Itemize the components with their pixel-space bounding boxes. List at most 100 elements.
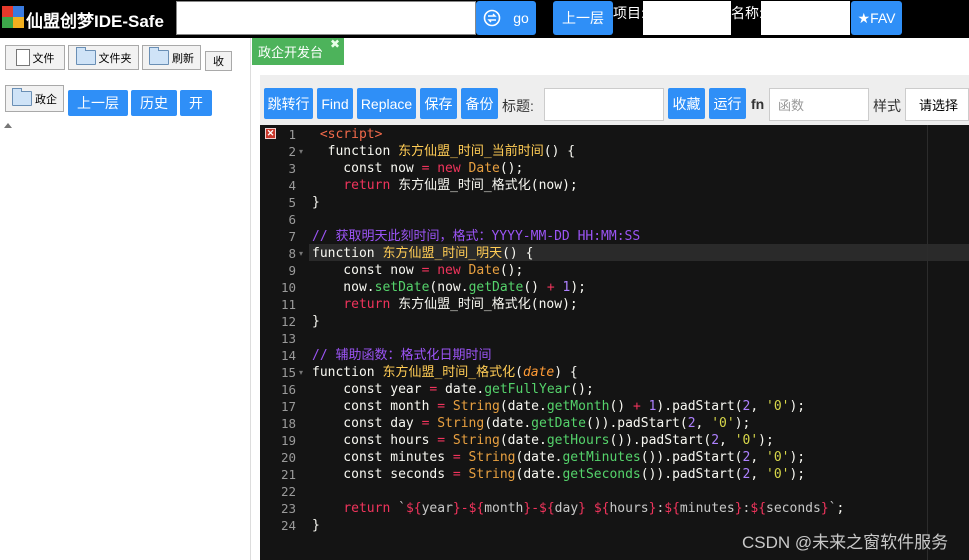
line-number: 24 [280,518,296,533]
error-marker-icon[interactable]: ✕ [265,128,276,139]
code-line[interactable]: const seconds = String(date.getSeconds()… [312,466,805,483]
tab-bar: 政企开发台 ✖ [252,37,969,65]
line-number: 2 [288,144,296,159]
fn-label: fn [751,96,765,112]
line-number: 15 [280,365,296,380]
code-line[interactable]: return 东方仙盟_时间_格式化(now); [312,177,577,194]
backup-button[interactable]: 备份 [461,88,498,119]
line-number: 14 [280,348,296,363]
line-number: 3 [288,161,296,176]
top-bar: 仙盟创梦IDE-Safe go 上一层 项目: 名称: ★FAV [0,0,969,38]
up-level-top-button[interactable]: 上一层 [553,1,613,35]
line-number: 18 [280,416,296,431]
project-label: 项目: [613,5,645,21]
title-label: 标题: [502,98,534,114]
file-icon [15,49,30,66]
project-input[interactable] [643,1,731,35]
tree-expand-arrow-icon[interactable] [4,123,12,128]
name-input[interactable] [761,1,850,35]
fav-button[interactable]: ★FAV [851,1,902,35]
folder-button-label: 文件夹 [98,52,132,65]
refresh-folder-icon [149,47,169,65]
line-number: 23 [280,501,296,516]
line-number-gutter: ✕ 1 2 ▾ 3 4 5 6 7 8 ▾ 9 10 11 12 13 14 15 ▾ 16 17 18 19 20 21 22… [260,125,309,560]
watermark: CSDN @未来之窗软件服务 [742,533,949,552]
code-line[interactable]: function 东方仙盟_时间_格式化(date) { [312,364,578,381]
code-line[interactable]: function 东方仙盟_时间_明天() { [312,245,533,262]
line-number: 6 [288,212,296,227]
line-number: 19 [280,433,296,448]
code-line[interactable]: const month = String(date.getMonth() + 1… [312,398,805,415]
code-line[interactable]: const hours = String(date.getHours()).pa… [312,432,774,449]
app-logo-icon [2,6,24,28]
line-number: 10 [280,280,296,295]
name-label: 名称: [731,5,763,21]
run-button[interactable]: 运行 [709,88,746,119]
line-number: 20 [280,450,296,465]
line-number: 22 [280,484,296,499]
fold-toggle-icon[interactable]: ▾ [299,245,303,262]
code-line[interactable]: } [312,194,320,211]
tab-close-icon[interactable]: ✖ [330,37,340,51]
line-number: 7 [288,229,296,244]
code-line[interactable]: const day = String(date.getDate()).padSt… [312,415,750,432]
save-button[interactable]: 保存 [420,88,457,119]
code-line[interactable]: } [312,517,320,534]
replace-button[interactable]: Replace [357,88,416,119]
tab-label: 政企开发台 [258,45,324,60]
fold-toggle-icon[interactable]: ▾ [299,143,303,160]
line-number: 1 [288,127,296,142]
line-number: 17 [280,399,296,414]
line-number: 8 [288,246,296,261]
code-line[interactable]: return 东方仙盟_时间_格式化(now); [312,296,577,313]
find-button[interactable]: Find [317,88,353,119]
line-number: 4 [288,178,296,193]
line-number: 16 [280,382,296,397]
path-input[interactable] [176,1,476,35]
code-editor[interactable]: ✕ 1 2 ▾ 3 4 5 6 7 8 ▾ 9 10 11 12 13 14 15 ▾ 16 17 18 19 20 21 22… [260,125,969,560]
line-number: 5 [288,195,296,210]
line-number: 12 [280,314,296,329]
go-label: go [513,10,529,26]
refresh-button[interactable]: 刷新 [142,45,201,70]
file-button-label: 文件 [32,52,55,65]
up-level-button[interactable]: 上一层 [68,90,128,116]
gov-folder-button[interactable]: 政企 [5,85,64,112]
open-button[interactable]: 开 [180,90,212,116]
style-label: 样式 [873,98,901,114]
file-panel: 文件 文件夹 刷新 收 政企 上一层 历史 开 [0,38,251,560]
code-line[interactable]: } [312,313,320,330]
code-line[interactable]: const minutes = String(date.getMinutes()… [312,449,805,466]
code-line[interactable]: const year = date.getFullYear(); [312,381,593,398]
jump-line-button[interactable]: 跳转行 [264,88,313,119]
code-line[interactable]: const now = new Date(); [312,160,523,177]
editor-toolbar: 跳转行 Find Replace 保存 备份 标题: 收藏 运行 fn 函数 样… [260,75,969,125]
fold-toggle-icon[interactable]: ▾ [299,364,303,381]
style-select[interactable]: 请选择 [905,88,969,121]
search-go-icon [483,9,501,27]
tab-gov-dev-console[interactable]: 政企开发台 ✖ [252,37,344,65]
code-line[interactable]: // 辅助函数：格式化日期时间 [312,347,491,364]
print-margin-line [927,125,928,560]
refresh-button-label: 刷新 [172,52,194,65]
go-button[interactable]: go [476,1,536,35]
code-line[interactable]: <script> [312,126,383,143]
folder-icon [75,47,96,65]
code-line[interactable]: // 获取明天此刻时间，格式：YYYY-MM-DD HH:MM:SS [312,228,640,245]
code-line[interactable]: now.setDate(now.getDate() + 1); [312,279,586,296]
title-input[interactable] [544,88,664,121]
receive-button[interactable]: 收 [205,51,232,71]
gov-folder-label: 政企 [35,93,57,106]
code-line[interactable]: const now = new Date(); [312,262,523,279]
code-line[interactable]: return `${year}-${month}-${day} ${hours}… [312,500,844,517]
favorite-button[interactable]: 收藏 [668,88,705,119]
line-number: 13 [280,331,296,346]
line-number: 9 [288,263,296,278]
app-title: 仙盟创梦IDE-Safe [26,12,164,31]
code-line[interactable]: function 东方仙盟_时间_当前时间() { [312,143,575,160]
file-button[interactable]: 文件 [5,45,65,70]
function-input[interactable]: 函数 [769,88,869,121]
logo-tile-green [2,17,13,28]
folder-button[interactable]: 文件夹 [68,45,139,70]
history-button[interactable]: 历史 [131,90,177,116]
